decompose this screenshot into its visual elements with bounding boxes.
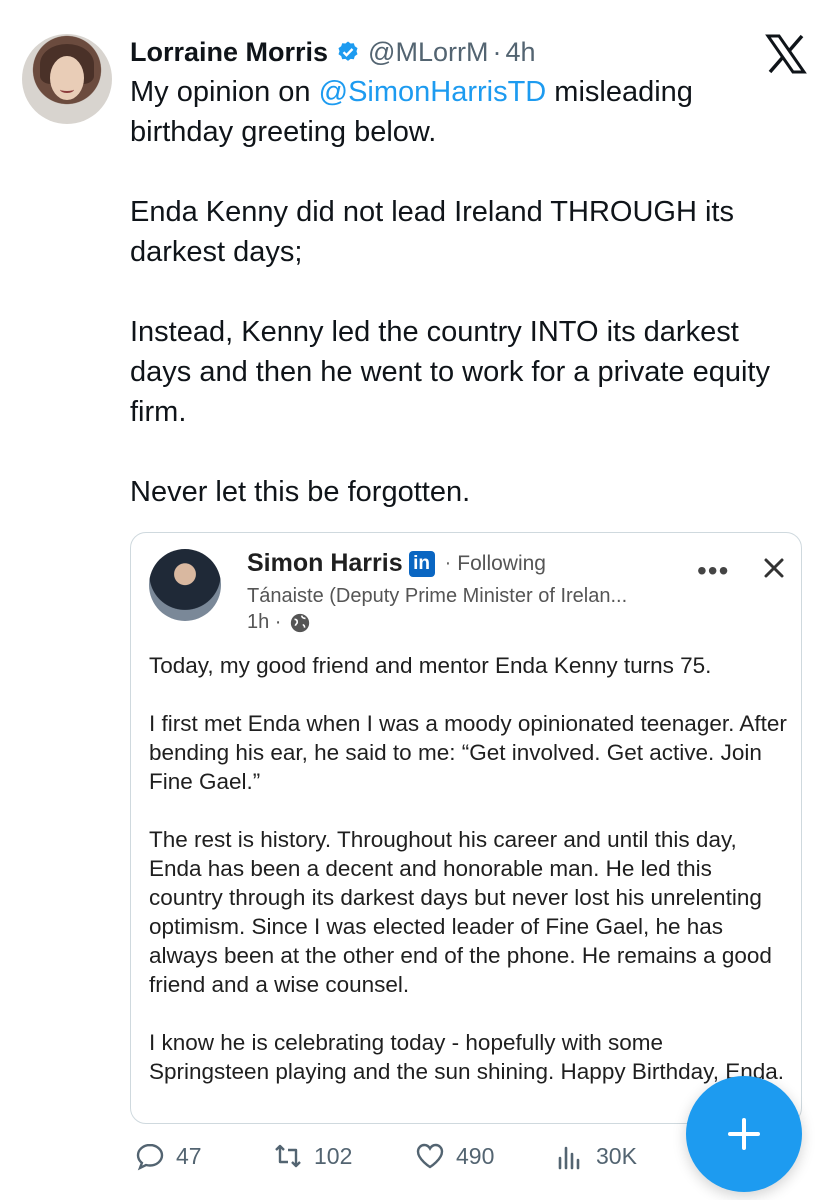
embedded-author-title: Tánaiste (Deputy Prime Minister of Irela…: [247, 585, 628, 607]
reply-count: 47: [176, 1142, 202, 1169]
embedded-post-body: Today, my good friend and mentor Enda Ke…: [149, 653, 787, 1084]
embedded-author-avatar: [149, 549, 221, 621]
embedded-name-row: Simon Harris in · Following: [247, 549, 546, 578]
globe-icon: [291, 613, 310, 632]
embedded-post-image[interactable]: Simon Harris in · Following Tánaiste (De…: [130, 532, 802, 1124]
tweet-text-intro: My opinion on: [130, 76, 319, 108]
repost-count: 102: [314, 1142, 353, 1169]
tweet-text: My opinion on @SimonHarrisTD misleading …: [130, 72, 800, 512]
verified-badge-icon: [338, 41, 358, 61]
plus-icon: [728, 1118, 760, 1150]
repost-icon: [275, 1144, 301, 1168]
repost-button[interactable]: 102: [272, 1140, 352, 1172]
following-label: Following: [457, 551, 546, 575]
avatar-face: [50, 56, 84, 100]
tweet-header: Lorraine Morris @MLorrM · 4h: [130, 30, 536, 74]
embedded-author-name: Simon Harris: [247, 549, 403, 577]
views-icon: [558, 1146, 580, 1170]
avatar-smile: [60, 86, 74, 93]
mention-link[interactable]: @SimonHarrisTD: [319, 76, 547, 108]
more-options-icon: •••: [697, 555, 730, 586]
compose-button[interactable]: [686, 1076, 802, 1192]
tweet-time[interactable]: 4h: [505, 37, 535, 68]
author-handle[interactable]: @MLorrM: [368, 37, 488, 68]
views-button[interactable]: 30K: [554, 1140, 637, 1172]
x-logo-icon: [765, 34, 807, 74]
tweet-text-rest: misleading birthday greeting below. Enda…: [130, 76, 770, 508]
close-icon: [764, 558, 784, 578]
reply-button[interactable]: 47: [134, 1140, 202, 1172]
views-count: 30K: [596, 1142, 637, 1169]
author-name[interactable]: Lorraine Morris: [130, 37, 328, 68]
like-button[interactable]: 490: [414, 1140, 494, 1172]
header-separator: ·: [492, 36, 502, 67]
heart-icon: [416, 1143, 444, 1169]
linkedin-icon: in: [408, 550, 435, 577]
embedded-time: 1h ·: [247, 611, 282, 633]
like-count: 490: [456, 1142, 495, 1169]
reply-icon: [136, 1143, 164, 1171]
embedded-separator: ·: [444, 552, 452, 574]
embedded-time-row: 1h ·: [247, 611, 311, 634]
author-avatar[interactable]: [22, 34, 112, 124]
